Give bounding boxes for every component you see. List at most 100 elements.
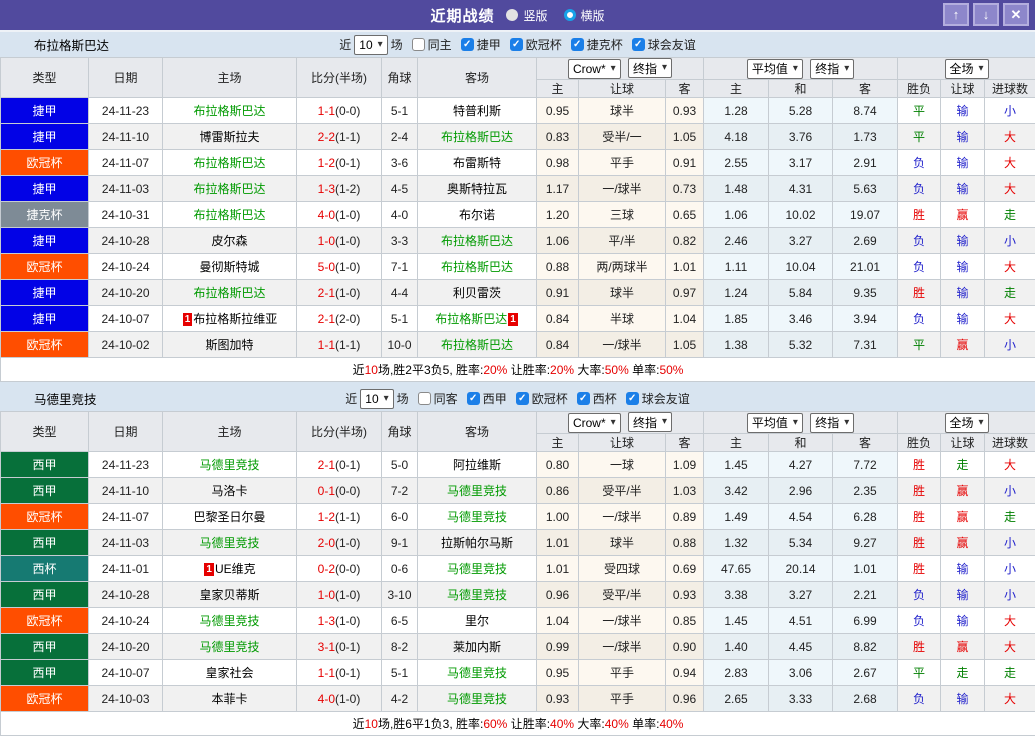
away-team[interactable]: 布拉格斯巴达1 <box>418 306 537 332</box>
col-home: 主场 <box>163 58 297 98</box>
avg-away-odds: 2.35 <box>833 478 898 504</box>
home-team[interactable]: 斯图加特 <box>163 332 297 358</box>
home-team[interactable]: 布拉格斯巴达 <box>163 176 297 202</box>
away-team[interactable]: 布雷斯特 <box>418 150 537 176</box>
away-team[interactable]: 特普利斯 <box>418 98 537 124</box>
away-team[interactable]: 布拉格斯巴达 <box>418 228 537 254</box>
col-handicap: 让球 <box>579 434 666 452</box>
fulltime-select[interactable]: 全场▾ <box>945 413 989 433</box>
match-date: 24-10-28 <box>89 582 163 608</box>
league-checkbox-2[interactable]: ✓ <box>516 392 529 405</box>
home-team[interactable]: 布拉格斯巴达 <box>163 98 297 124</box>
home-team[interactable]: 马洛卡 <box>163 478 297 504</box>
away-team[interactable]: 马德里竞技 <box>418 504 537 530</box>
league-checkbox-2[interactable]: ✓ <box>510 38 523 51</box>
results-table-2: 类型 日期 主场 比分(半场) 角球 客场 Crow*▾ 终指▾ 平均值▾ 终指… <box>0 411 1035 736</box>
final-odds-select[interactable]: 终指▾ <box>628 58 672 78</box>
home-team[interactable]: 马德里竞技 <box>163 530 297 556</box>
match-count-select[interactable]: 10▾ <box>354 35 387 55</box>
score: 2-1(1-0) <box>297 280 382 306</box>
league-checkbox-1[interactable]: ✓ <box>461 38 474 51</box>
bookmaker-select[interactable]: Crow*▾ <box>568 59 621 79</box>
final-odds-select-2[interactable]: 终指▾ <box>810 59 854 79</box>
away-team[interactable]: 奥斯特拉瓦 <box>418 176 537 202</box>
home-team[interactable]: 布拉格斯巴达 <box>163 202 297 228</box>
layout-radio-vertical[interactable]: 竖版 <box>506 7 547 24</box>
avg-home-odds: 1.24 <box>704 280 769 306</box>
crow-away-odds: 0.65 <box>666 202 704 228</box>
away-team[interactable]: 拉斯帕尔马斯 <box>418 530 537 556</box>
check-icon: ✓ <box>469 393 477 404</box>
home-team[interactable]: 皮尔森 <box>163 228 297 254</box>
home-team[interactable]: 博雷斯拉夫 <box>163 124 297 150</box>
match-date: 24-11-03 <box>89 176 163 202</box>
league-checkbox-3[interactable]: ✓ <box>571 38 584 51</box>
result-winlose: 胜 <box>898 452 941 478</box>
home-team[interactable]: 皇家贝蒂斯 <box>163 582 297 608</box>
col-handicap-result: 让球 <box>941 434 985 452</box>
match-count-select[interactable]: 10▾ <box>360 389 393 409</box>
layout-radio-horizontal[interactable]: 横版 <box>564 7 605 24</box>
home-team[interactable]: 布拉格斯巴达 <box>163 150 297 176</box>
summary-segment: 40% <box>659 717 683 731</box>
col-avg-draw: 和 <box>769 434 833 452</box>
away-team[interactable]: 布拉格斯巴达 <box>418 124 537 150</box>
home-team[interactable]: 皇家社会 <box>163 660 297 686</box>
away-team[interactable]: 阿拉维斯 <box>418 452 537 478</box>
away-team[interactable]: 布尔诺 <box>418 202 537 228</box>
results-table-1: 类型 日期 主场 比分(半场) 角球 客场 Crow*▾ 终指▾ 平均值▾ 终指… <box>0 57 1035 382</box>
fulltime-select[interactable]: 全场▾ <box>945 59 989 79</box>
result-goals: 小 <box>985 228 1035 254</box>
match-date: 24-10-02 <box>89 332 163 358</box>
avg-draw-odds: 3.06 <box>769 660 833 686</box>
home-team[interactable]: 巴黎圣日尔曼 <box>163 504 297 530</box>
result-winlose: 负 <box>898 686 941 712</box>
league-badge: 西甲 <box>1 452 89 478</box>
away-team[interactable]: 利贝雷茨 <box>418 280 537 306</box>
league-badge: 欧冠杯 <box>1 504 89 530</box>
league-badge: 欧冠杯 <box>1 686 89 712</box>
away-team[interactable]: 莱加内斯 <box>418 634 537 660</box>
away-team[interactable]: 里尔 <box>418 608 537 634</box>
league-checkbox-3[interactable]: ✓ <box>577 392 590 405</box>
corner-score: 5-1 <box>382 306 418 332</box>
home-team[interactable]: 本菲卡 <box>163 686 297 712</box>
home-team[interactable]: 马德里竞技 <box>163 608 297 634</box>
scroll-up-button[interactable]: ↑ <box>943 3 969 26</box>
league-checkbox-4[interactable]: ✓ <box>632 38 645 51</box>
away-team[interactable]: 马德里竞技 <box>418 686 537 712</box>
result-handicap: 赢 <box>941 478 985 504</box>
away-team[interactable]: 马德里竞技 <box>418 478 537 504</box>
same-venue-checkbox[interactable] <box>418 392 431 405</box>
final-odds-select[interactable]: 终指▾ <box>628 412 672 432</box>
crow-handicap: 一/球半 <box>579 634 666 660</box>
home-team[interactable]: 1布拉格斯拉维亚 <box>163 306 297 332</box>
home-team[interactable]: 马德里竞技 <box>163 452 297 478</box>
match-row: 西甲24-11-23马德里竞技2-1(0-1)5-0阿拉维斯0.80一球1.09… <box>1 452 1035 478</box>
average-select[interactable]: 平均值▾ <box>747 59 803 79</box>
away-team[interactable]: 马德里竞技 <box>418 660 537 686</box>
avg-away-odds: 2.67 <box>833 660 898 686</box>
away-team[interactable]: 马德里竞技 <box>418 582 537 608</box>
final-odds-select-2[interactable]: 终指▾ <box>810 413 854 433</box>
away-team[interactable]: 布拉格斯巴达 <box>418 332 537 358</box>
col-type: 类型 <box>1 412 89 452</box>
league-checkbox-1[interactable]: ✓ <box>467 392 480 405</box>
result-goals: 大 <box>985 608 1035 634</box>
corner-score: 6-5 <box>382 608 418 634</box>
home-team[interactable]: 1UE维克 <box>163 556 297 582</box>
same-venue-checkbox[interactable] <box>412 38 425 51</box>
bookmaker-select[interactable]: Crow*▾ <box>568 413 621 433</box>
avg-away-odds: 6.28 <box>833 504 898 530</box>
league-checkbox-4[interactable]: ✓ <box>626 392 639 405</box>
home-team[interactable]: 曼彻斯特城 <box>163 254 297 280</box>
away-team[interactable]: 马德里竞技 <box>418 556 537 582</box>
home-team[interactable]: 马德里竞技 <box>163 634 297 660</box>
away-team[interactable]: 布拉格斯巴达 <box>418 254 537 280</box>
crow-away-odds: 1.05 <box>666 332 704 358</box>
close-button[interactable]: ✕ <box>1003 3 1029 26</box>
result-handicap: 输 <box>941 608 985 634</box>
home-team[interactable]: 布拉格斯巴达 <box>163 280 297 306</box>
scroll-down-button[interactable]: ↓ <box>973 3 999 26</box>
average-select[interactable]: 平均值▾ <box>747 413 803 433</box>
